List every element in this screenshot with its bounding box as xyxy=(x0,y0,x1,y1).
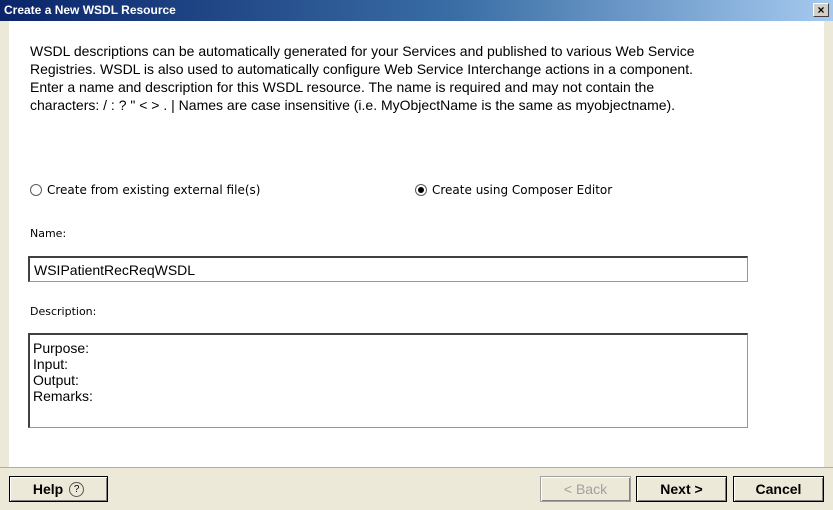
window-title: Create a New WSDL Resource xyxy=(4,3,176,17)
radio-selected-icon[interactable] xyxy=(415,184,427,196)
close-button[interactable]: × xyxy=(813,3,829,17)
radio-composer-label: Create using Composer Editor xyxy=(432,183,613,197)
cancel-button-label: Cancel xyxy=(755,481,802,497)
help-button[interactable]: Help ? xyxy=(9,476,108,502)
intro-line: Enter a name and description for this WS… xyxy=(30,79,655,95)
help-button-label: Help xyxy=(32,481,64,497)
close-icon: × xyxy=(817,3,825,17)
intro-line: WSDL descriptions can be automatically g… xyxy=(30,43,695,59)
description-label: Description: xyxy=(30,305,97,318)
description-field[interactable]: Purpose: Input: Output: Remarks: xyxy=(28,333,748,428)
title-bar: Create a New WSDL Resource × xyxy=(0,0,833,21)
next-button[interactable]: Next > xyxy=(636,476,727,502)
radio-composer-editor[interactable]: Create using Composer Editor xyxy=(415,183,612,197)
radio-icon[interactable] xyxy=(30,184,42,196)
intro-text: WSDL descriptions can be automatically g… xyxy=(30,42,800,114)
next-button-label: Next > xyxy=(660,481,703,497)
name-field[interactable]: WSIPatientRecReqWSDL xyxy=(28,256,748,282)
intro-line: characters: / : ? " < > . | Names are ca… xyxy=(30,97,676,113)
back-button-label: < Back xyxy=(563,481,608,497)
radio-external-file[interactable]: Create from existing external file(s) xyxy=(30,183,260,197)
radio-external-label: Create from existing external file(s) xyxy=(47,183,261,197)
name-label: Name: xyxy=(30,227,67,240)
back-button[interactable]: < Back xyxy=(540,476,631,502)
cancel-button[interactable]: Cancel xyxy=(733,476,824,502)
help-icon: ? xyxy=(69,481,85,497)
button-bar: Help ? < Back Next > Cancel xyxy=(0,467,833,510)
intro-line: Registries. WSDL is also used to automat… xyxy=(30,61,693,77)
